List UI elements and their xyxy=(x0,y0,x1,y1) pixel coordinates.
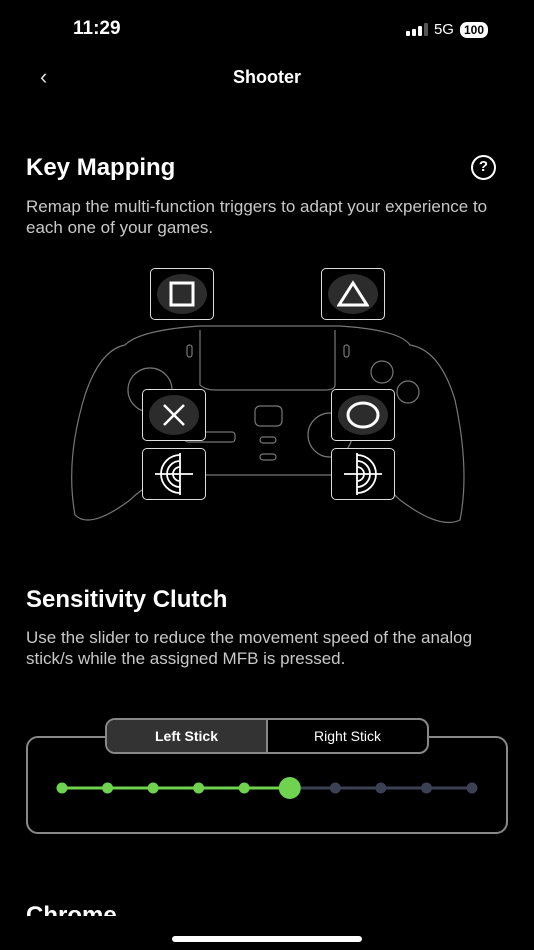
slider-thumb[interactable] xyxy=(278,777,301,799)
stick-segmented-control: Left Stick Right Stick xyxy=(105,718,429,754)
square-icon xyxy=(169,281,195,307)
tab-left-stick[interactable]: Left Stick xyxy=(107,720,268,752)
chrome-title: Chrome xyxy=(26,902,117,916)
slider-step[interactable] xyxy=(375,782,387,794)
mfb-square-button[interactable] xyxy=(150,268,214,320)
mfb-left-stick-button[interactable] xyxy=(142,448,206,500)
slider-step[interactable] xyxy=(193,782,205,794)
cross-icon xyxy=(163,404,185,426)
target-right-icon xyxy=(344,453,382,495)
circle-icon xyxy=(346,401,380,429)
slider-step[interactable] xyxy=(238,782,250,794)
slider-step[interactable] xyxy=(102,782,114,794)
slider-step[interactable] xyxy=(329,782,341,794)
mfb-right-stick-button[interactable] xyxy=(331,448,395,500)
slider-step[interactable] xyxy=(147,782,159,794)
mfb-circle-button[interactable] xyxy=(331,389,395,441)
mfb-triangle-button[interactable] xyxy=(321,268,385,320)
mfb-cross-button[interactable] xyxy=(142,389,206,441)
slider-step[interactable] xyxy=(420,782,432,794)
slider-step[interactable] xyxy=(466,782,478,794)
sensitivity-title: Sensitivity Clutch xyxy=(26,586,228,613)
triangle-icon xyxy=(337,280,369,307)
sensitivity-slider[interactable] xyxy=(0,770,534,806)
sensitivity-description: Use the slider to reduce the movement sp… xyxy=(26,628,473,668)
slider-step[interactable] xyxy=(56,782,68,794)
target-left-icon xyxy=(155,453,193,495)
home-indicator[interactable] xyxy=(172,936,362,942)
tab-right-stick[interactable]: Right Stick xyxy=(268,720,427,752)
